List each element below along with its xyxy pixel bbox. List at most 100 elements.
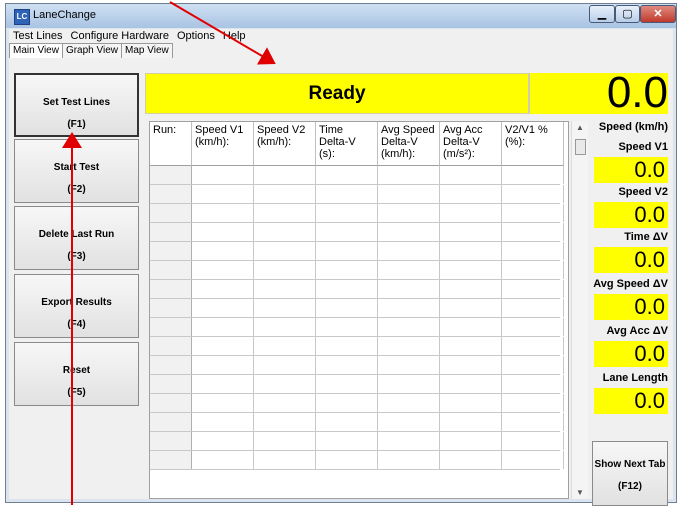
table-cell[interactable] (440, 337, 502, 355)
table-cell[interactable] (440, 166, 502, 184)
row-header[interactable] (150, 432, 192, 450)
table-cell[interactable] (502, 413, 564, 431)
show-next-tab-button[interactable]: Show Next Tab (F12) (592, 441, 668, 506)
table-cell[interactable] (316, 204, 378, 222)
table-cell[interactable] (502, 280, 564, 298)
table-row[interactable] (150, 394, 564, 413)
close-button[interactable]: ✕ (640, 5, 676, 23)
table-cell[interactable] (254, 451, 316, 469)
row-header[interactable] (150, 166, 192, 184)
table-cell[interactable] (254, 394, 316, 412)
table-cell[interactable] (316, 223, 378, 241)
table-cell[interactable] (192, 223, 254, 241)
table-cell[interactable] (316, 413, 378, 431)
row-header[interactable] (150, 375, 192, 393)
table-cell[interactable] (316, 242, 378, 260)
table-cell[interactable] (502, 394, 564, 412)
table-cell[interactable] (254, 299, 316, 317)
table-cell[interactable] (316, 185, 378, 203)
table-cell[interactable] (502, 242, 564, 260)
menu-help[interactable]: Help (219, 29, 250, 43)
table-row[interactable] (150, 185, 564, 204)
table-row[interactable] (150, 299, 564, 318)
table-row[interactable] (150, 318, 564, 337)
table-cell[interactable] (254, 356, 316, 374)
table-cell[interactable] (502, 204, 564, 222)
table-cell[interactable] (192, 242, 254, 260)
tab-graph-view[interactable]: Graph View (61, 43, 123, 58)
table-row[interactable] (150, 337, 564, 356)
table-row[interactable] (150, 375, 564, 394)
table-cell[interactable] (378, 242, 440, 260)
table-cell[interactable] (192, 185, 254, 203)
title-bar[interactable]: LC LaneChange ▁ ▢ ✕ (6, 4, 676, 28)
tab-main-view[interactable]: Main View (9, 43, 63, 58)
row-header[interactable] (150, 261, 192, 279)
table-cell[interactable] (316, 280, 378, 298)
table-cell[interactable] (502, 375, 564, 393)
table-cell[interactable] (192, 261, 254, 279)
table-cell[interactable] (440, 432, 502, 450)
table-cell[interactable] (192, 413, 254, 431)
table-cell[interactable] (378, 432, 440, 450)
export-results-button[interactable]: Export Results (F4) (14, 274, 139, 338)
row-header[interactable] (150, 337, 192, 355)
table-cell[interactable] (440, 394, 502, 412)
table-cell[interactable] (192, 280, 254, 298)
table-cell[interactable] (192, 204, 254, 222)
table-cell[interactable] (254, 280, 316, 298)
table-cell[interactable] (502, 337, 564, 355)
menu-configure-hardware[interactable]: Configure Hardware (67, 29, 173, 43)
results-grid[interactable]: Run: Speed V1 (km/h): Speed V2 (km/h): Tim… (149, 121, 569, 499)
table-cell[interactable] (254, 318, 316, 336)
table-cell[interactable] (502, 432, 564, 450)
table-cell[interactable] (440, 451, 502, 469)
menu-options[interactable]: Options (173, 29, 219, 43)
table-row[interactable] (150, 204, 564, 223)
table-cell[interactable] (316, 394, 378, 412)
row-header[interactable] (150, 280, 192, 298)
table-cell[interactable] (192, 337, 254, 355)
table-cell[interactable] (502, 166, 564, 184)
minimize-button[interactable]: ▁ (589, 5, 615, 23)
menu-test-lines[interactable]: Test Lines (9, 29, 67, 43)
row-header[interactable] (150, 223, 192, 241)
table-row[interactable] (150, 280, 564, 299)
table-cell[interactable] (502, 185, 564, 203)
delete-last-run-button[interactable]: Delete Last Run (F3) (14, 206, 139, 270)
table-cell[interactable] (440, 242, 502, 260)
table-cell[interactable] (254, 413, 316, 431)
table-cell[interactable] (440, 185, 502, 203)
table-cell[interactable] (192, 299, 254, 317)
table-row[interactable] (150, 223, 564, 242)
table-cell[interactable] (316, 375, 378, 393)
table-cell[interactable] (254, 166, 316, 184)
table-cell[interactable] (192, 451, 254, 469)
row-header[interactable] (150, 242, 192, 260)
table-cell[interactable] (254, 432, 316, 450)
table-cell[interactable] (502, 451, 564, 469)
table-cell[interactable] (378, 451, 440, 469)
row-header[interactable] (150, 413, 192, 431)
table-cell[interactable] (378, 356, 440, 374)
table-cell[interactable] (254, 375, 316, 393)
table-cell[interactable] (502, 299, 564, 317)
table-cell[interactable] (316, 166, 378, 184)
table-row[interactable] (150, 451, 564, 470)
table-cell[interactable] (378, 337, 440, 355)
scroll-thumb[interactable] (575, 139, 586, 155)
table-cell[interactable] (440, 223, 502, 241)
table-row[interactable] (150, 413, 564, 432)
table-cell[interactable] (254, 204, 316, 222)
table-cell[interactable] (378, 280, 440, 298)
table-cell[interactable] (378, 413, 440, 431)
row-header[interactable] (150, 299, 192, 317)
table-cell[interactable] (254, 261, 316, 279)
table-cell[interactable] (378, 204, 440, 222)
table-cell[interactable] (254, 185, 316, 203)
table-cell[interactable] (378, 166, 440, 184)
scroll-up-icon[interactable]: ▲ (576, 123, 584, 132)
table-row[interactable] (150, 356, 564, 375)
row-header[interactable] (150, 394, 192, 412)
scroll-down-icon[interactable]: ▼ (576, 488, 584, 497)
